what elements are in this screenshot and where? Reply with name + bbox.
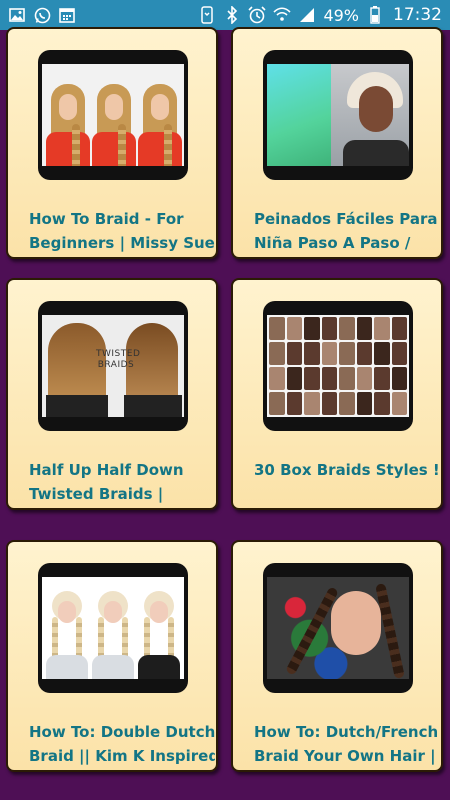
thumbnail-text-line: TWISTED (96, 349, 141, 359)
vibrate-icon (198, 6, 216, 24)
thumbnail-text: TWISTED BRAIDS (96, 349, 140, 371)
clock: 17:32 (393, 5, 442, 25)
video-title-line: Braid Your Own Hair | (254, 747, 436, 765)
video-title-line: Peinados Fáciles Para (254, 210, 438, 228)
battery-percentage: 49% (323, 5, 359, 25)
thumbnail-frame (263, 50, 413, 180)
status-right: 49% 17:32 (198, 5, 442, 25)
video-title-line: How To: Dutch/French (254, 723, 439, 741)
video-title-line: Niña Paso A Paso / (254, 234, 411, 252)
video-card[interactable]: How To Braid - For Beginners | Missy Sue (6, 27, 218, 259)
thumbnail-frame (38, 563, 188, 693)
video-title-line: Half Up Half Down (29, 461, 184, 479)
video-thumbnail (267, 577, 409, 679)
signal-icon (298, 6, 316, 24)
video-title[interactable]: Peinados Fáciles Para Niña Paso A Paso / (254, 207, 440, 255)
video-title-line: Braid || Kim K Inspired (29, 747, 215, 765)
video-title-line: 30 Box Braids Styles ! (254, 461, 440, 479)
thumbnail-frame (38, 50, 188, 180)
video-thumbnail (42, 64, 184, 166)
video-title[interactable]: 30 Box Braids Styles ! (254, 458, 440, 482)
video-title[interactable]: How To: Double Dutch Braid || Kim K Insp… (29, 720, 215, 768)
video-thumbnail (267, 64, 409, 166)
video-card[interactable]: TWISTED BRAIDS Half Up Half Down Twisted… (6, 278, 218, 510)
battery-icon (366, 6, 384, 24)
bluetooth-icon (223, 6, 241, 24)
video-title-line: How To: Double Dutch (29, 723, 215, 741)
video-title[interactable]: How To: Dutch/French Braid Your Own Hair… (254, 720, 440, 768)
video-card[interactable]: Peinados Fáciles Para Niña Paso A Paso / (231, 27, 443, 259)
video-card[interactable]: How To: Double Dutch Braid || Kim K Insp… (6, 540, 218, 772)
video-thumbnail: TWISTED BRAIDS (42, 315, 184, 417)
image-icon (8, 6, 26, 24)
video-card[interactable]: 30 Box Braids Styles ! (231, 278, 443, 510)
video-thumbnail (42, 577, 184, 679)
whatsapp-icon (33, 6, 51, 24)
video-title-line: Twisted Braids | (29, 485, 164, 503)
video-title-line: How To Braid - For (29, 210, 184, 228)
status-bar: 49% 17:32 (0, 0, 450, 30)
thumbnail-frame (263, 301, 413, 431)
alarm-icon (248, 6, 267, 24)
video-title[interactable]: How To Braid - For Beginners | Missy Sue (29, 207, 215, 255)
video-card[interactable]: How To: Dutch/French Braid Your Own Hair… (231, 540, 443, 772)
video-grid: How To Braid - For Beginners | Missy Sue… (0, 27, 450, 800)
thumbnail-frame (263, 563, 413, 693)
video-thumbnail (267, 315, 409, 417)
calendar-icon (58, 6, 76, 24)
video-title[interactable]: Half Up Half Down Twisted Braids | (29, 458, 215, 506)
wifi-icon (273, 6, 292, 24)
status-left (8, 6, 76, 24)
thumbnail-text-line: BRAIDS (97, 360, 135, 370)
video-title-line: Beginners | Missy Sue (29, 234, 215, 252)
thumbnail-frame: TWISTED BRAIDS (38, 301, 188, 431)
